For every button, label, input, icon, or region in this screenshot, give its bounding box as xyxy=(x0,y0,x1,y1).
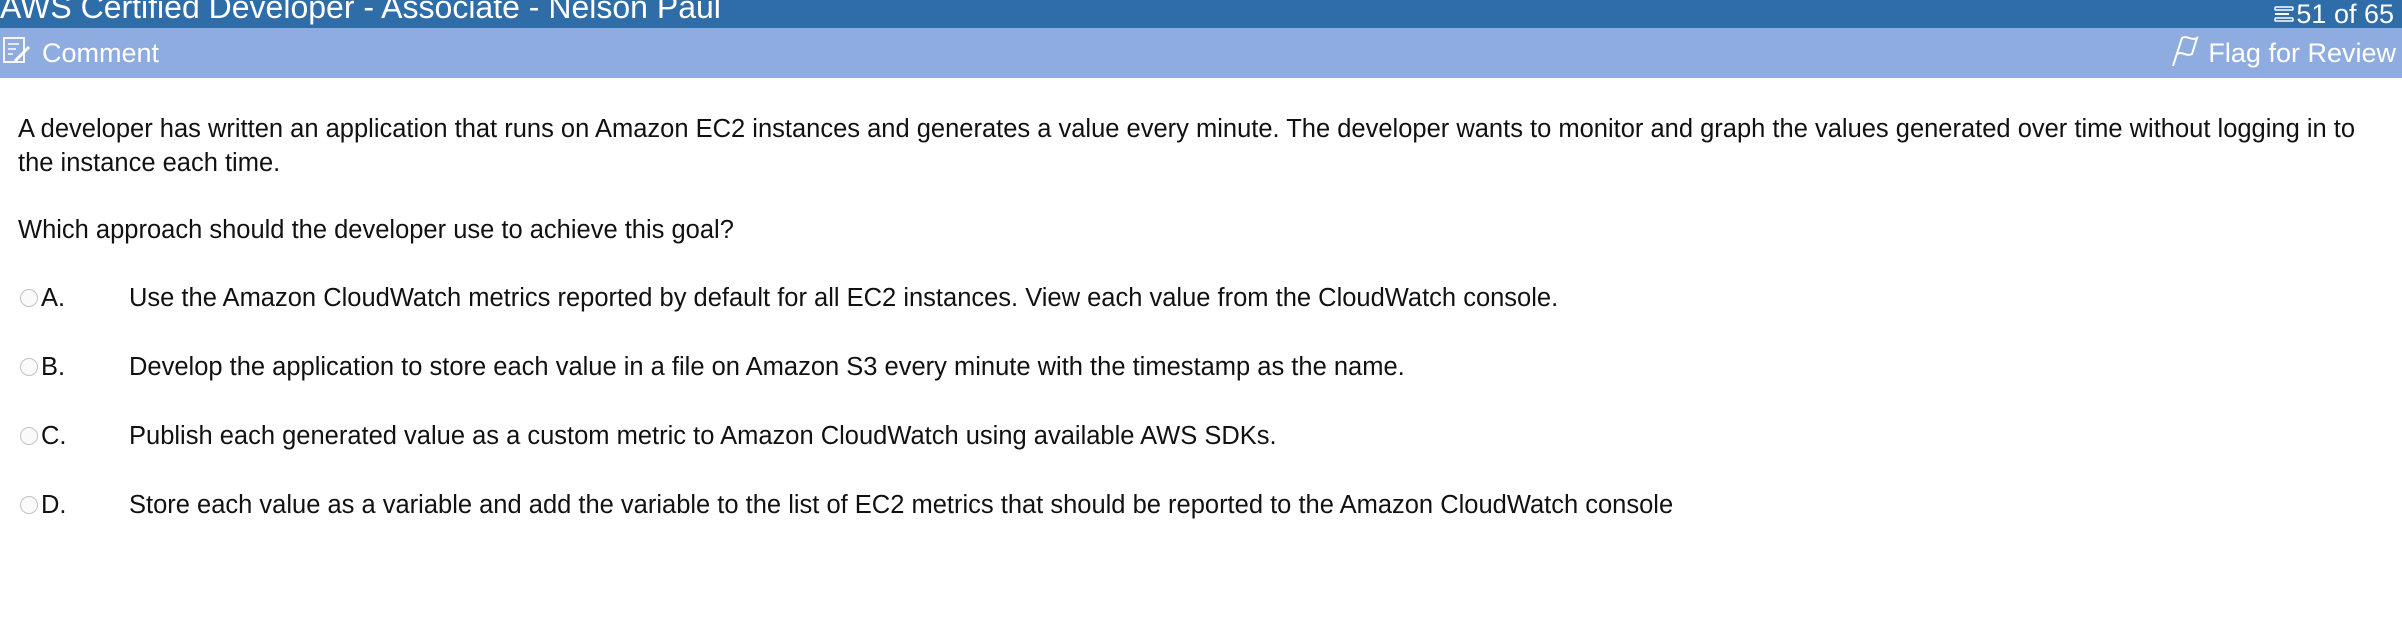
comment-edit-icon xyxy=(2,35,42,72)
option-text: Publish each generated value as a custom… xyxy=(129,422,1277,450)
option-letter: A. xyxy=(41,284,66,312)
question-prompt: Which approach should the developer use … xyxy=(18,216,734,244)
option-b[interactable]: B. Develop the application to store each… xyxy=(18,350,2388,384)
exam-title: AWS Certified Developer - Associate - Ne… xyxy=(0,0,721,25)
comment-label: Comment xyxy=(42,37,160,68)
question-text: A developer has written an application t… xyxy=(18,115,2356,177)
option-c[interactable]: C. Publish each generated value as a cus… xyxy=(18,419,2388,453)
radio-a[interactable] xyxy=(20,289,38,307)
option-letter: B. xyxy=(41,353,66,381)
question-panel: A developer has written an application t… xyxy=(18,112,2388,557)
radio-d[interactable] xyxy=(20,496,38,514)
option-d[interactable]: D. Store each value as a variable and ad… xyxy=(18,488,2388,522)
question-counter[interactable]: 51 of 65 xyxy=(2274,0,2394,28)
option-letter: C. xyxy=(41,422,67,450)
toolbar: Comment Flag for Review xyxy=(0,28,2402,78)
option-text: Develop the application to store each va… xyxy=(129,353,1405,381)
option-letter: D. xyxy=(41,491,67,519)
answer-options: A. Use the Amazon CloudWatch metrics rep… xyxy=(18,281,2388,522)
list-icon xyxy=(2274,0,2296,28)
flag-icon xyxy=(2168,32,2208,75)
counter-text: 51 of 65 xyxy=(2296,0,2394,28)
radio-c[interactable] xyxy=(20,427,38,445)
comment-button[interactable]: Comment xyxy=(2,28,159,78)
flag-for-review-button[interactable]: Flag for Review xyxy=(2168,28,2396,78)
radio-b[interactable] xyxy=(20,358,38,376)
option-text: Store each value as a variable and add t… xyxy=(129,491,1674,519)
title-bar: AWS Certified Developer - Associate - Ne… xyxy=(0,0,2402,28)
option-a[interactable]: A. Use the Amazon CloudWatch metrics rep… xyxy=(18,281,2388,315)
option-text: Use the Amazon CloudWatch metrics report… xyxy=(129,284,1559,312)
flag-label: Flag for Review xyxy=(2208,37,2396,68)
